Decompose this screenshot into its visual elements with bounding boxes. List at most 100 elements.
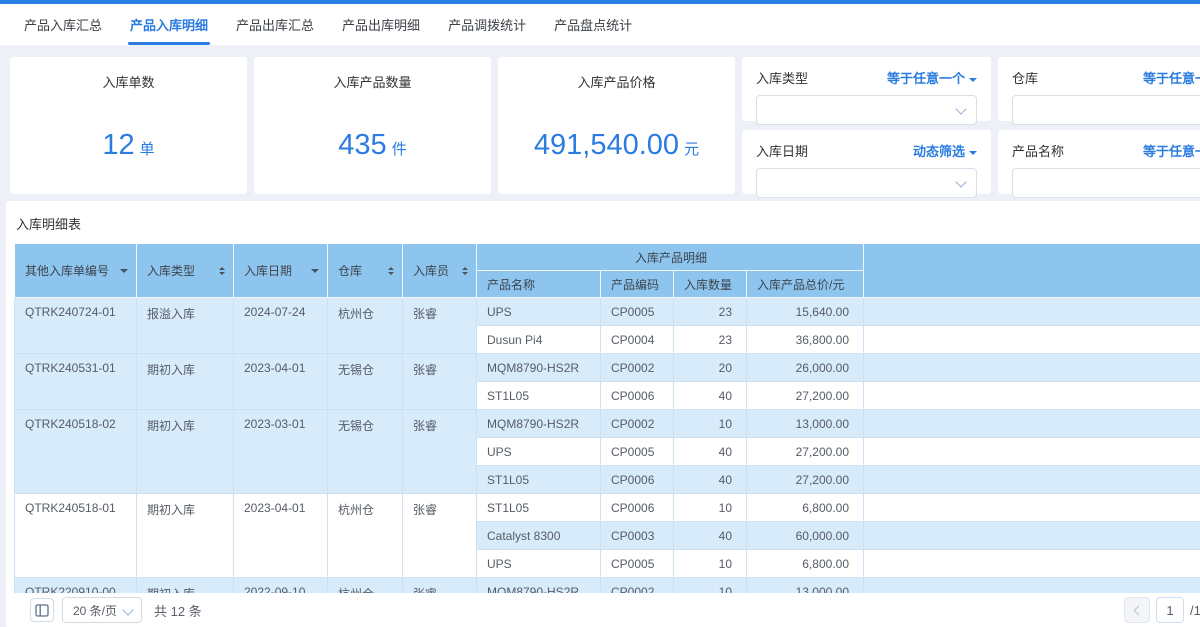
pager-controls: /1 <box>1124 597 1200 623</box>
filter-select[interactable] <box>1012 95 1200 125</box>
cell-filler <box>864 410 1200 438</box>
tab-产品出库明细[interactable]: 产品出库明细 <box>342 4 420 45</box>
caret-down-icon[interactable] <box>120 269 128 277</box>
header-入库员[interactable]: 入库员 <box>403 244 477 298</box>
cell-product-name: UPS <box>477 298 601 326</box>
stat-label: 入库单数 <box>10 57 247 91</box>
cell-product-code: CP0006 <box>601 466 674 494</box>
sort-icon[interactable] <box>462 267 468 275</box>
cell-warehouse: 无锡仓 <box>328 354 403 410</box>
tab-产品出库汇总[interactable]: 产品出库汇总 <box>236 4 314 45</box>
tab-产品调拨统计[interactable]: 产品调拨统计 <box>448 4 526 45</box>
cell-quantity: 40 <box>674 466 747 494</box>
header-其他入库单编号[interactable]: 其他入库单编号 <box>15 244 137 298</box>
chevron-left-icon <box>1134 605 1144 615</box>
cell-total-price: 27,200.00 <box>747 438 864 466</box>
cell-quantity: 40 <box>674 382 747 410</box>
sort-icon[interactable] <box>388 267 394 275</box>
cell-warehouse: 杭州仓 <box>328 298 403 354</box>
caret-down-icon[interactable] <box>311 269 319 277</box>
cell-order-no: QTRK240531-01 <box>15 354 137 410</box>
cell-total-price: 36,800.00 <box>747 326 864 354</box>
table-body: QTRK240724-01报溢入库2024-07-24杭州仓张睿UPSCP000… <box>15 298 1200 598</box>
filter-operator-button[interactable]: 动态筛选 <box>913 141 977 160</box>
page-number-input[interactable] <box>1156 597 1184 623</box>
detail-table-panel: 入库明细表 其他入库单编号入库类型入库日期仓库入库员入库产品明细产品名称产品编码… <box>6 201 1200 627</box>
filter-panel-入库日期: 入库日期动态筛选 <box>742 130 991 194</box>
cell-inbound-date: 2024-07-24 <box>234 298 328 354</box>
column-settings-button[interactable] <box>30 598 54 622</box>
cell-quantity: 23 <box>674 298 747 326</box>
cell-product-name: Catalyst 8300 <box>477 522 601 550</box>
stat-card: 入库产品价格 491,540.00元 <box>498 57 735 194</box>
tab-产品入库汇总[interactable]: 产品入库汇总 <box>24 4 102 45</box>
sort-icon[interactable] <box>219 267 225 275</box>
cell-filler <box>864 466 1200 494</box>
filter-panel-仓库: 仓库等于任意一个 <box>998 57 1200 121</box>
cell-inbound-date: 2023-04-01 <box>234 354 328 410</box>
header-入库产品总价/元[interactable]: 入库产品总价/元 <box>747 271 864 298</box>
filter-label: 产品名称 <box>1012 141 1064 160</box>
stats-cards: 入库单数 12单入库产品数量435件入库产品价格 491,540.00元 <box>10 57 735 194</box>
table-row: QTRK240531-01期初入库2023-04-01无锡仓张睿MQM8790-… <box>15 354 1200 382</box>
caret-down-icon <box>969 78 977 86</box>
stat-card: 入库产品数量435件 <box>254 57 491 194</box>
table-header: 其他入库单编号入库类型入库日期仓库入库员入库产品明细产品名称产品编码入库数量入库… <box>15 244 1200 298</box>
header-仓库[interactable]: 仓库 <box>328 244 403 298</box>
cell-inbound-operator: 张睿 <box>403 494 477 578</box>
filter-select[interactable] <box>1012 168 1200 198</box>
stat-value: 491,540.00元 <box>498 129 735 162</box>
cell-quantity: 10 <box>674 550 747 578</box>
filter-column-1: 入库类型 等于任意一个入库日期动态筛选 <box>742 57 991 194</box>
cell-order-no: QTRK240518-02 <box>15 410 137 494</box>
cell-product-code: CP0003 <box>601 522 674 550</box>
table-row: QTRK240518-01期初入库2023-04-01杭州仓张睿ST1L05CP… <box>15 494 1200 522</box>
columns-icon <box>35 604 49 617</box>
header-入库日期[interactable]: 入库日期 <box>234 244 328 298</box>
filter-label: 入库类型 <box>756 68 808 87</box>
stat-unit: 单 <box>140 141 155 158</box>
filter-select[interactable] <box>756 168 977 198</box>
table-row: QTRK240724-01报溢入库2024-07-24杭州仓张睿UPSCP000… <box>15 298 1200 326</box>
cell-product-name: ST1L05 <box>477 382 601 410</box>
cell-product-code: CP0006 <box>601 494 674 522</box>
summary-and-filters-row: 入库单数12单入库产品数量435件入库产品价格491,540.00元 入库类型等… <box>10 57 1200 194</box>
cell-order-no: QTRK240518-01 <box>15 494 137 578</box>
filter-operator-button[interactable]: 等于任意一个 <box>1143 141 1200 160</box>
caret-down-icon <box>969 151 977 159</box>
cell-filler <box>864 354 1200 382</box>
cell-quantity: 40 <box>674 522 747 550</box>
cell-product-code: CP0002 <box>601 354 674 382</box>
filter-operator-button[interactable]: 等于任意一个 <box>887 68 977 87</box>
cell-inbound-date: 2023-04-01 <box>234 494 328 578</box>
cell-total-price: 27,200.00 <box>747 466 864 494</box>
filter-operator-button[interactable]: 等于任意一个 <box>1143 68 1200 87</box>
cell-inbound-type: 期初入库 <box>137 494 234 578</box>
stat-label: 入库产品价格 <box>498 57 735 91</box>
pagination-bar: 20 条/页 共 12 条 /1 <box>6 593 1200 627</box>
cell-order-no: QTRK240724-01 <box>15 298 137 354</box>
filter-panel-入库类型: 入库类型 等于任意一个 <box>742 57 991 121</box>
prev-page-button[interactable] <box>1124 597 1150 623</box>
header-产品名称[interactable]: 产品名称 <box>477 271 601 298</box>
cell-inbound-operator: 张睿 <box>403 298 477 354</box>
cell-quantity: 20 <box>674 354 747 382</box>
tab-产品入库明细[interactable]: 产品入库明细 <box>130 4 208 45</box>
header-入库类型[interactable]: 入库类型 <box>137 244 234 298</box>
table-title: 入库明细表 <box>6 201 1200 243</box>
cell-product-name: MQM8790-HS2R <box>477 410 601 438</box>
stat-label: 入库产品数量 <box>254 57 491 91</box>
cell-total-price: 6,800.00 <box>747 494 864 522</box>
page-size-select[interactable]: 20 条/页 <box>62 597 142 623</box>
stat-value: 12单 <box>10 129 247 162</box>
stat-card: 入库单数 12单 <box>10 57 247 194</box>
cell-product-code: CP0006 <box>601 382 674 410</box>
table-scroll-area[interactable]: 其他入库单编号入库类型入库日期仓库入库员入库产品明细产品名称产品编码入库数量入库… <box>14 243 1200 597</box>
tab-产品盘点统计[interactable]: 产品盘点统计 <box>554 4 632 45</box>
filter-select[interactable] <box>756 95 977 125</box>
cell-product-name: UPS <box>477 550 601 578</box>
cell-filler <box>864 326 1200 354</box>
cell-product-code: CP0002 <box>601 410 674 438</box>
header-产品编码[interactable]: 产品编码 <box>601 271 674 298</box>
header-入库数量[interactable]: 入库数量 <box>674 271 747 298</box>
